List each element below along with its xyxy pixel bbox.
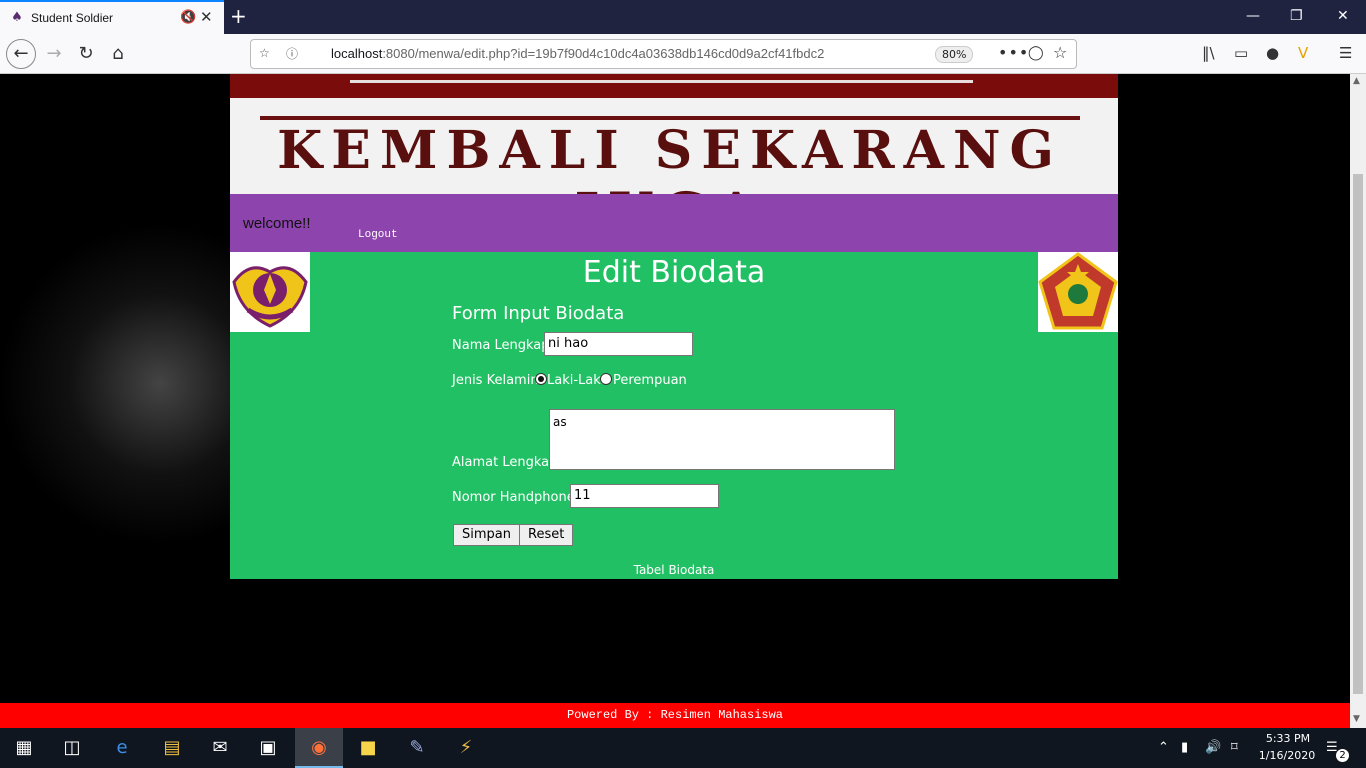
page-background: KEMBALI SEKARANG JUGA welcome!! Logout (0, 74, 1350, 703)
extension-icon[interactable]: V (1298, 44, 1308, 62)
sticky-notes-icon[interactable]: ■ (356, 736, 380, 760)
file-explorer-icon[interactable]: ▤ (160, 736, 184, 760)
banner: KEMBALI SEKARANG JUGA (230, 98, 1118, 248)
site-favicon-icon: ♠ (11, 10, 23, 25)
browser-tab[interactable]: ♠ Student Soldier 🔇 ✕ (0, 0, 224, 34)
notification-count: 2 (1336, 749, 1349, 762)
browser-navbar: ← → ↻ ⌂ ☆ ⓘ localhost:8080/menwa/edit.ph… (0, 34, 1366, 74)
alamat-textarea[interactable]: as (549, 409, 895, 470)
tray-chevron-icon[interactable]: ⌃ (1158, 740, 1169, 755)
window-close-icon[interactable]: ✕ (1337, 8, 1349, 24)
paint-icon[interactable]: ✎ (405, 736, 429, 760)
form-section: Edit Biodata Form Input Biodata Nama Len… (230, 252, 1118, 579)
url-bar[interactable]: ☆ ⓘ localhost:8080/menwa/edit.php?id=19b… (250, 39, 1077, 69)
url-path: :8080/menwa/edit.php?id=19b7f90d4c10dc4a… (382, 46, 825, 61)
account-icon[interactable]: ● (1266, 44, 1279, 62)
radio-perempuan[interactable] (600, 373, 612, 385)
header-strip (230, 74, 1118, 98)
url-host: localhost (331, 46, 383, 61)
back-icon[interactable]: ← (6, 39, 36, 69)
url-text[interactable]: localhost:8080/menwa/edit.php?id=19b7f90… (331, 46, 824, 61)
page-actions-icon[interactable]: ••• (998, 43, 1029, 62)
save-button[interactable]: Simpan (453, 524, 520, 546)
footer: Powered By : Resimen Mahasiswa (0, 703, 1350, 728)
scroll-thumb[interactable] (1353, 174, 1363, 694)
tab-mute-icon[interactable]: 🔇 (180, 10, 196, 25)
task-view-icon[interactable]: ◫ (60, 736, 84, 760)
pocket-icon[interactable]: ◯ (1028, 45, 1044, 61)
store-icon[interactable]: ▣ (256, 736, 280, 760)
clock-date[interactable]: 1/16/2020 (1252, 749, 1322, 762)
tab-close-icon[interactable]: ✕ (200, 8, 213, 26)
alamat-label: Alamat Lengkap (452, 455, 558, 470)
hp-input[interactable]: 11 (570, 484, 719, 508)
table-biodata-link[interactable]: Tabel Biodata (230, 563, 1118, 577)
firefox-icon[interactable]: ◉ (307, 736, 331, 760)
windows-start-icon[interactable]: ▦ (12, 736, 36, 760)
tab-title: Student Soldier (31, 11, 114, 25)
battery-icon[interactable]: ▮ (1181, 740, 1188, 755)
radio-label-perempuan: Perempuan (613, 373, 687, 388)
zoom-indicator[interactable]: 80% (935, 46, 974, 63)
app-icon[interactable]: ⚡ (454, 736, 478, 760)
form-title: Form Input Biodata (452, 303, 625, 324)
logout-link[interactable]: Logout (358, 229, 398, 241)
page-scrollbar[interactable]: ▲ ▼ (1350, 74, 1366, 729)
mail-icon[interactable]: ✉ (208, 736, 232, 760)
forward-icon[interactable]: → (40, 40, 68, 68)
tracking-shield-icon[interactable]: ☆ (259, 46, 270, 60)
radio-label-laki-laki: Laki-Laki (547, 373, 605, 388)
nav-bar: welcome!! Logout (230, 194, 1118, 252)
site-info-icon[interactable]: ⓘ (286, 45, 298, 62)
site-container: KEMBALI SEKARANG JUGA welcome!! Logout (230, 74, 1118, 579)
scroll-up-icon[interactable]: ▲ (1353, 76, 1360, 86)
sidebar-icon[interactable]: ▭ (1234, 44, 1248, 62)
nama-input[interactable]: ni hao (544, 332, 693, 356)
hp-label: Nomor Handphone (452, 490, 575, 505)
page-title: Edit Biodata (582, 255, 766, 290)
menu-icon[interactable]: ☰ (1339, 44, 1352, 62)
reload-icon[interactable]: ↻ (72, 40, 100, 68)
library-icon[interactable]: ‖\ (1202, 44, 1215, 62)
nama-label: Nama Lengkap (452, 338, 550, 353)
restore-icon[interactable]: ❐ (1290, 8, 1303, 24)
gender-label: Jenis Kelamin (452, 373, 539, 388)
browser-tabbar: ♠ Student Soldier 🔇 ✕ + — ❐ ✕ (0, 0, 1366, 34)
radio-laki-laki[interactable] (535, 373, 547, 385)
welcome-text: welcome!! (243, 215, 311, 232)
clock-time[interactable]: 5:33 PM (1258, 732, 1318, 745)
minimize-icon[interactable]: — (1246, 8, 1260, 24)
volume-icon[interactable]: 🔊 (1205, 740, 1221, 755)
edge-icon[interactable]: e (110, 736, 134, 760)
network-icon[interactable]: ⌑ (1231, 740, 1238, 755)
taskbar: ▦ ◫ e ▤ ✉ ▣ ◉ ■ ✎ ⚡ ⌃ ▮ 🔊 ⌑ 5:33 PM 1/16… (0, 728, 1366, 768)
reset-button[interactable]: Reset (519, 524, 574, 546)
new-tab-icon[interactable]: + (230, 4, 247, 28)
scroll-down-icon[interactable]: ▼ (1353, 714, 1360, 724)
bookmark-star-icon[interactable]: ☆ (1053, 43, 1067, 62)
home-icon[interactable]: ⌂ (104, 40, 132, 68)
